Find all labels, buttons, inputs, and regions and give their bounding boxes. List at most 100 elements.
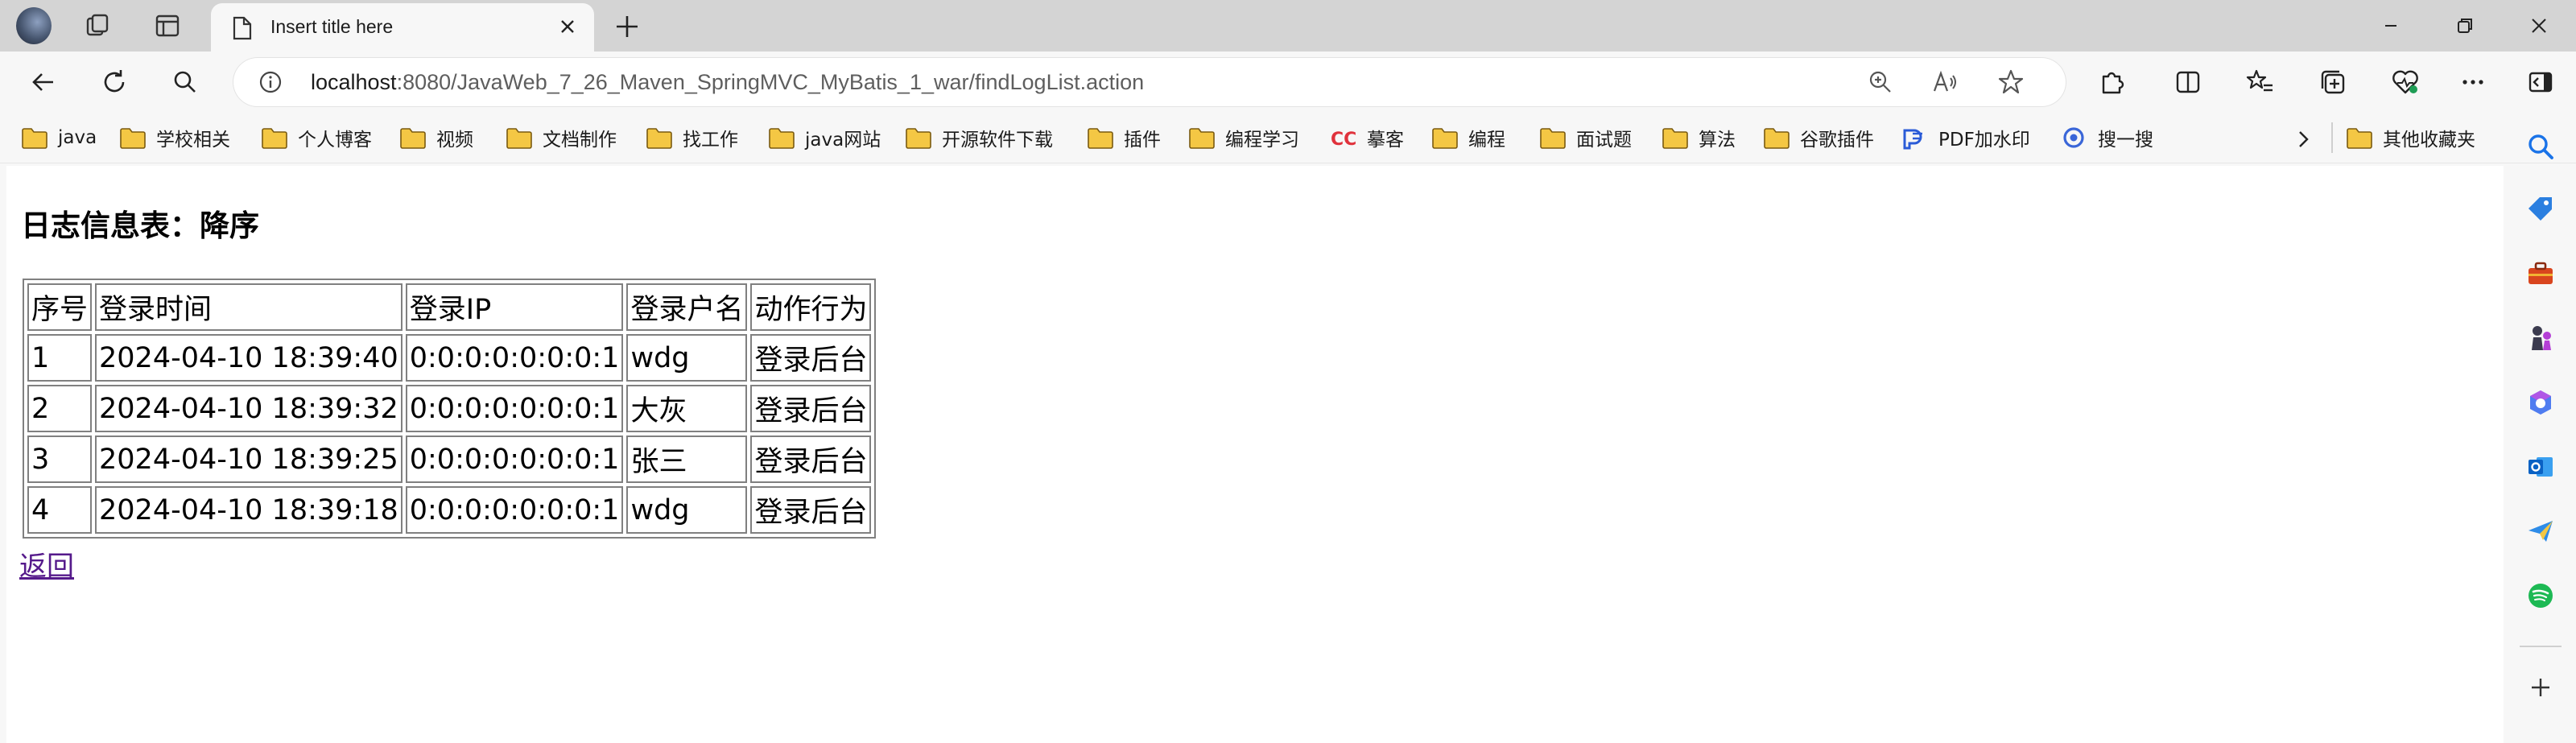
bookmarks-divider [2331, 122, 2333, 153]
collections-button[interactable] [2314, 63, 2352, 101]
refresh-icon [104, 70, 125, 93]
bookmark-item[interactable]: java [21, 121, 97, 155]
paper-plane-icon [2529, 521, 2553, 542]
address-bar[interactable]: localhost:8080/JavaWeb_7_26_Maven_Spring… [233, 58, 2066, 106]
folder-icon [506, 128, 532, 149]
chevron-right-icon[interactable] [2291, 127, 2315, 151]
table-cell: 2024-04-10 18:39:18 [95, 486, 402, 534]
bookmark-label: 文档制作 [543, 130, 617, 151]
sidebar-toggle-icon [2529, 72, 2553, 93]
browser-essentials-button[interactable] [2386, 63, 2425, 101]
bookmark-label: 开源软件下载 [942, 130, 1053, 151]
favorites-button[interactable] [2241, 63, 2280, 101]
bookmark-label: 算法 [1699, 130, 1736, 151]
folder-icon [906, 128, 931, 149]
profile-avatar[interactable] [16, 7, 52, 44]
bookmarks-bar: java 学校相关 个人博客 视频 文档制作 找工作 java网站 开源软件下载 插件 编程学习 C… [0, 113, 2576, 163]
sidebar-search-button[interactable] [2521, 127, 2560, 166]
sidebar-spotify-button[interactable] [2521, 576, 2560, 615]
avatar [16, 7, 52, 44]
folder-icon [2347, 128, 2372, 149]
vertical-tabs-icon [155, 14, 180, 37]
folder-icon [1088, 128, 1113, 149]
close-tab-icon[interactable] [555, 14, 580, 39]
bookmark-item[interactable]: PDF加水印 [1901, 121, 2030, 155]
extensions-button[interactable] [2093, 63, 2132, 101]
table-cell: 0:0:0:0:0:0:0:1 [405, 486, 624, 534]
zoom-button[interactable] [1866, 68, 1895, 97]
bookmark-item[interactable]: 插件 [1087, 121, 1161, 155]
restore-icon [2458, 19, 2472, 33]
arrow-left-icon [32, 73, 53, 91]
sidebar-copilot-button[interactable] [2521, 383, 2560, 422]
bookmark-item[interactable]: 谷歌插件 [1763, 121, 1874, 155]
sidebar-shopping-button[interactable] [2521, 190, 2560, 229]
restore-button[interactable] [2441, 6, 2489, 45]
sidebar-outlook-button[interactable] [2521, 448, 2560, 486]
tab-actions-button[interactable] [150, 8, 185, 43]
workspaces-icon [86, 14, 109, 36]
bookmark-item[interactable]: 面试题 [1539, 121, 1632, 155]
url-text[interactable]: localhost:8080/JavaWeb_7_26_Maven_Spring… [311, 70, 1144, 95]
zoom-in-icon [1869, 71, 1891, 93]
folder-icon [1432, 128, 1458, 149]
minimize-button[interactable] [2367, 6, 2415, 45]
bookmark-item[interactable]: 找工作 [646, 121, 738, 155]
edge-sidebar [2505, 134, 2576, 743]
bookmark-label: 摹客 [1367, 130, 1404, 151]
table-cell: 2024-04-10 18:39:40 [95, 334, 402, 382]
new-tab-icon[interactable] [610, 10, 644, 43]
sidebar-add-button[interactable] [2521, 668, 2560, 707]
sidebar-tools-button[interactable] [2521, 254, 2560, 293]
outlook-icon [2529, 457, 2553, 477]
folder-icon [120, 128, 146, 149]
bookmark-item[interactable]: 开源软件下载 [905, 121, 1053, 155]
read-aloud-icon [1933, 70, 1956, 92]
refresh-button[interactable] [95, 63, 134, 101]
close-window-button[interactable] [2515, 6, 2563, 45]
svg-text:CC: CC [1331, 130, 1356, 150]
bookmark-item[interactable]: 文档制作 [506, 121, 617, 155]
sidebar-send-button[interactable] [2521, 512, 2560, 551]
bookmark-label: 找工作 [683, 130, 738, 151]
minimize-icon [2385, 25, 2396, 27]
other-bookmarks-label: 其他收藏夹 [2383, 130, 2475, 151]
bookmark-label: 插件 [1124, 130, 1161, 151]
other-bookmarks-folder[interactable]: 其他收藏夹 [2346, 121, 2475, 155]
pdf-logo-icon [1903, 129, 1922, 150]
favorite-button[interactable] [1996, 68, 2025, 97]
bookmark-item[interactable]: 编程 [1431, 121, 1505, 155]
table-cell: 1 [27, 334, 93, 382]
workspaces-button[interactable] [80, 8, 116, 43]
bookmark-item[interactable]: 搜一搜 [2061, 121, 2153, 155]
tab-active[interactable]: Insert title here [211, 3, 594, 52]
folder-icon [400, 128, 426, 149]
sidebar-toggle-button[interactable] [2521, 63, 2560, 101]
bookmark-item[interactable]: 编程学习 [1188, 121, 1299, 155]
folder-icon [1189, 128, 1215, 149]
bookmark-item[interactable]: 算法 [1662, 121, 1736, 155]
search-logo-icon [2063, 127, 2084, 148]
split-screen-button[interactable] [2169, 63, 2207, 101]
sidebar-games-button[interactable] [2521, 319, 2560, 357]
table-cell: wdg [626, 334, 748, 382]
bookmark-label: 学校相关 [156, 130, 230, 151]
url-host: localhost [311, 70, 397, 94]
bookmark-item[interactable]: 学校相关 [119, 121, 230, 155]
bookmark-item[interactable]: 个人博客 [261, 121, 372, 155]
bookmark-item[interactable]: 视频 [399, 121, 473, 155]
more-options-button[interactable] [2454, 63, 2492, 101]
back-link[interactable]: 返回 [19, 544, 74, 584]
site-info-icon[interactable] [258, 69, 283, 95]
more-horizontal-icon [2462, 80, 2483, 85]
url-path: :8080/JavaWeb_7_26_Maven_SpringMVC_MyBat… [396, 70, 1145, 94]
bookmark-label: 编程学习 [1225, 130, 1299, 151]
bookmark-label: 谷歌插件 [1800, 130, 1874, 151]
search-button[interactable] [166, 63, 204, 101]
bookmark-item[interactable]: java网站 [768, 121, 881, 155]
spotify-icon [2529, 584, 2553, 608]
bookmark-item[interactable]: CC 摹客 [1330, 121, 1404, 155]
table-cell: 0:0:0:0:0:0:0:1 [405, 435, 624, 483]
back-button[interactable] [24, 63, 63, 101]
read-aloud-button[interactable] [1930, 68, 1959, 97]
